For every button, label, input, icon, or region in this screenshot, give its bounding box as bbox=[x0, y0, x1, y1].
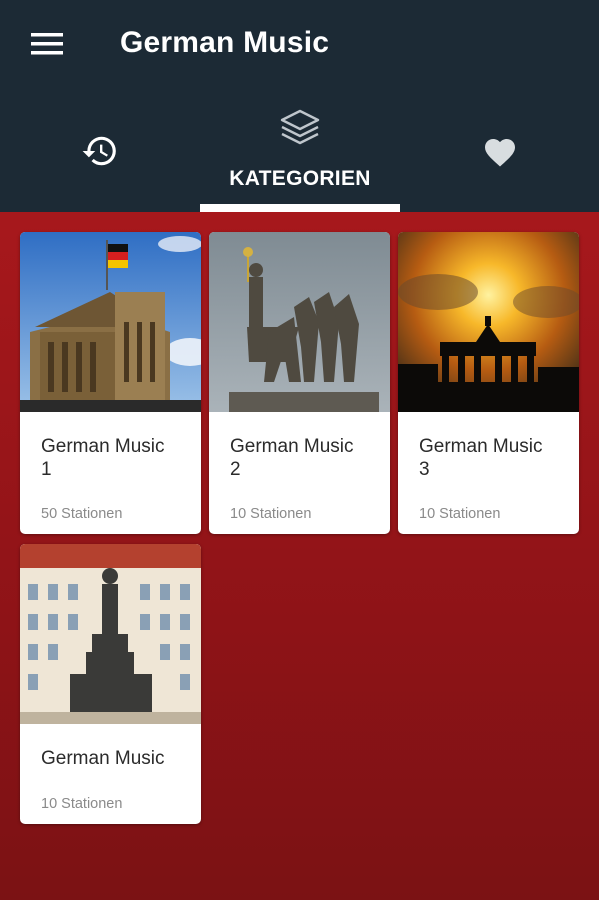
app-title: German Music bbox=[120, 26, 330, 59]
category-card[interactable]: German Music 1 50 Stationen bbox=[20, 232, 201, 534]
category-station-count: 10 Stationen bbox=[41, 796, 123, 812]
app-bar: German Music bbox=[0, 0, 599, 90]
dresden-monument-image bbox=[20, 544, 201, 724]
category-station-count: 50 Stationen bbox=[41, 506, 123, 522]
menu-button[interactable] bbox=[22, 24, 72, 64]
category-station-count: 10 Stationen bbox=[230, 506, 312, 522]
tab-kategorien[interactable]: KATEGORIEN bbox=[200, 90, 400, 212]
category-card[interactable]: German Music 3 10 Stationen bbox=[398, 232, 579, 534]
tab-favorites[interactable] bbox=[400, 90, 599, 212]
tab-history[interactable] bbox=[0, 90, 200, 212]
tab-kategorien-label: KATEGORIEN bbox=[229, 167, 371, 190]
history-icon bbox=[82, 136, 116, 166]
category-title: German Music bbox=[41, 748, 165, 769]
category-title: German Music 2 bbox=[230, 436, 354, 480]
category-grid: German Music 1 50 Stationen German Music… bbox=[0, 212, 599, 900]
category-card[interactable]: German Music 10 Stationen bbox=[20, 544, 201, 824]
quadriga-statue-image bbox=[209, 232, 390, 412]
tab-bar: KATEGORIEN bbox=[0, 90, 599, 212]
category-station-count: 10 Stationen bbox=[419, 506, 501, 522]
category-content: German Music 1 50 Stationen German Music… bbox=[0, 212, 599, 900]
category-card[interactable]: German Music 2 10 Stationen bbox=[209, 232, 390, 534]
hamburger-menu-icon bbox=[31, 33, 63, 55]
category-title: German Music 1 bbox=[41, 436, 165, 480]
brandenburg-gate-sunset-image bbox=[398, 232, 579, 412]
tab-selected-indicator bbox=[200, 204, 400, 212]
heart-icon bbox=[484, 139, 515, 167]
reichstag-flag-image bbox=[20, 232, 201, 412]
layers-icon bbox=[280, 109, 320, 145]
category-title: German Music 3 bbox=[419, 436, 543, 480]
